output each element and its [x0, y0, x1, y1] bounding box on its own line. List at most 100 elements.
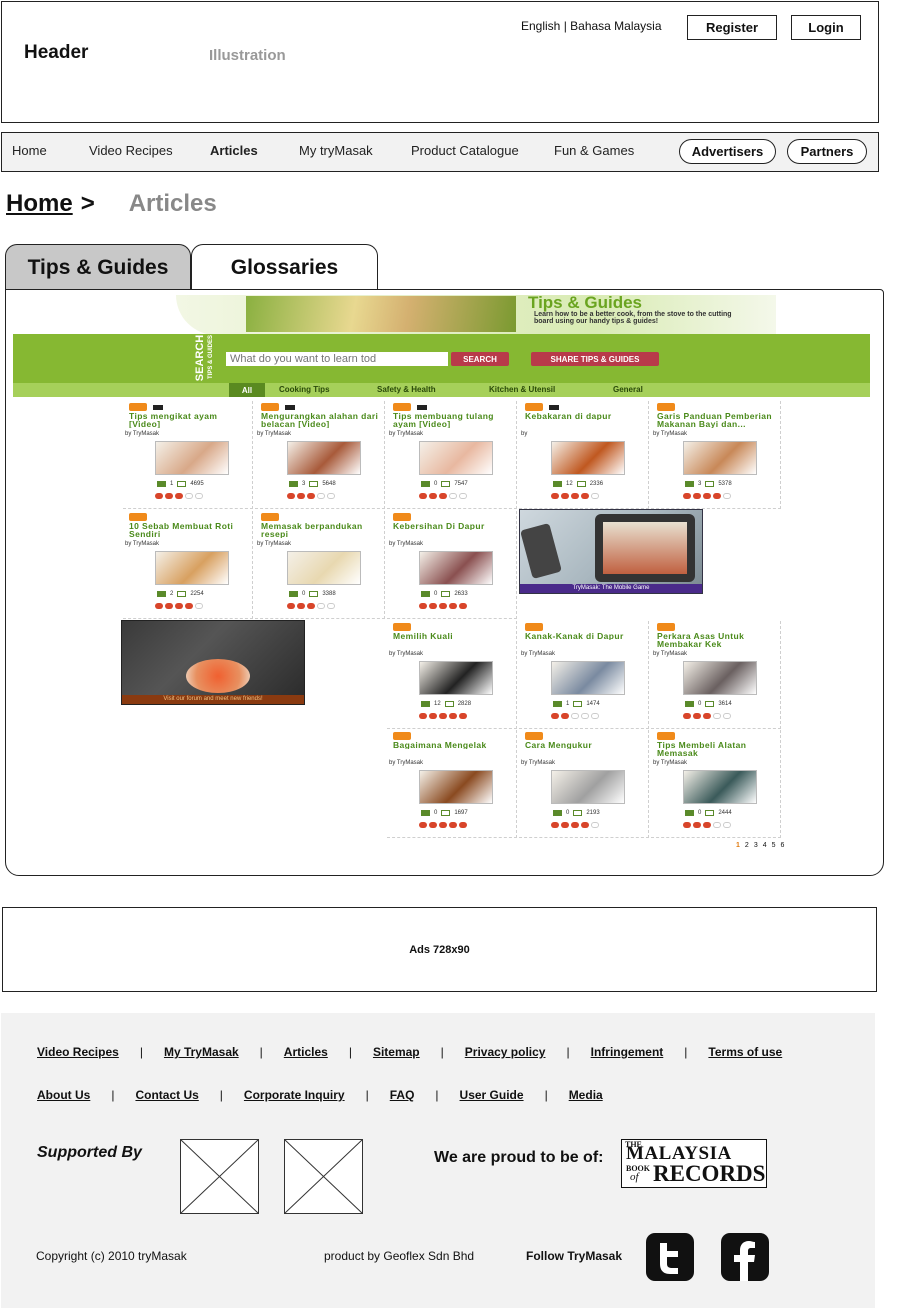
malaysia-book-of-records-logo[interactable]: THE MALAYSIA BOOK of RECORDS	[621, 1139, 767, 1188]
page-1[interactable]: 1	[736, 842, 740, 849]
language-switch[interactable]: English | Bahasa Malaysia	[521, 19, 662, 33]
footer-sitemap[interactable]: Sitemap	[373, 1045, 420, 1059]
footer-terms-of-use[interactable]: Terms of use	[708, 1045, 782, 1059]
footer-my-trymasak[interactable]: My TryMasak	[164, 1045, 239, 1059]
footer-contact-us[interactable]: Contact Us	[135, 1088, 198, 1102]
article-title[interactable]: Tips mengikat ayam [Video]	[129, 412, 251, 428]
article-title[interactable]: Kanak-Kanak di Dapur	[525, 632, 647, 640]
promo-mobile-game[interactable]: TryMasak: The Mobile Game	[519, 509, 703, 594]
footer-about-us[interactable]: About Us	[37, 1088, 90, 1102]
login-button[interactable]: Login	[791, 15, 861, 40]
nav-my-trymasak[interactable]: My tryMasak	[299, 143, 373, 158]
article-card[interactable]: Memasak berpandukan resepi by TryMasak 0 33…	[255, 511, 385, 619]
article-card[interactable]: Tips Membeli Alatan Memasak by TryMasak 0 2…	[651, 730, 781, 838]
page-4[interactable]: 4	[763, 842, 767, 849]
facebook-icon[interactable]	[721, 1233, 769, 1281]
promo-forum[interactable]: Visit our forum and meet new friends!	[121, 620, 305, 705]
category-safety-health[interactable]: Safety & Health	[377, 385, 436, 394]
article-thumbnail[interactable]	[287, 551, 361, 585]
footer-media[interactable]: Media	[569, 1088, 603, 1102]
article-card[interactable]: Garis Panduan Pemberian Makanan Bayi dan…	[651, 401, 781, 509]
register-button[interactable]: Register	[687, 15, 777, 40]
article-card[interactable]: Kebersihan Di Dapur by TryMasak 0 2633	[387, 511, 517, 619]
article-thumbnail[interactable]	[155, 551, 229, 585]
article-thumbnail[interactable]	[551, 661, 625, 695]
footer-infringement[interactable]: Infringement	[591, 1045, 664, 1059]
article-rating	[155, 493, 203, 499]
search-input[interactable]	[226, 352, 448, 366]
rating-tomato-icon	[571, 493, 579, 499]
article-title[interactable]: Kebakaran di dapur	[525, 412, 647, 420]
article-thumbnail[interactable]	[419, 661, 493, 695]
article-title[interactable]: Memasak berpandukan resepi	[261, 522, 383, 538]
article-title[interactable]: 10 Sebab Membuat Roti Sendiri	[129, 522, 251, 538]
nav-home[interactable]: Home	[12, 143, 47, 158]
article-thumbnail[interactable]	[551, 441, 625, 475]
article-stats: 2 2254	[157, 591, 204, 597]
rating-tomato-icon	[459, 493, 467, 499]
article-thumbnail[interactable]	[419, 441, 493, 475]
advertisers-button[interactable]: Advertisers	[679, 139, 776, 164]
article-title[interactable]: Memilih Kuali	[393, 632, 515, 640]
article-rating	[683, 822, 731, 828]
article-card[interactable]: Tips mengikat ayam [Video] by TryMasak 1 46…	[123, 401, 253, 509]
article-card[interactable]: Memilih Kuali by TryMasak 12 2828	[387, 621, 517, 729]
article-card[interactable]: Tips membuang tulang ayam [Video] by TryM…	[387, 401, 517, 509]
rating-tomato-icon	[551, 713, 559, 719]
tab-glossaries[interactable]: Glossaries	[191, 244, 378, 290]
article-thumbnail[interactable]	[683, 441, 757, 475]
article-card[interactable]: Bagaimana Mengelak by TryMasak 0 1697	[387, 730, 517, 838]
page-6[interactable]: 6	[781, 842, 785, 849]
article-card[interactable]: Kanak-Kanak di Dapur by TryMasak 1 1474	[519, 621, 649, 729]
article-title[interactable]: Bagaimana Mengelak	[393, 741, 515, 749]
footer-user-guide[interactable]: User Guide	[460, 1088, 524, 1102]
category-cooking-tips[interactable]: Cooking Tips	[279, 385, 330, 394]
nav-fun-games[interactable]: Fun & Games	[554, 143, 634, 158]
twitter-icon[interactable]	[646, 1233, 694, 1281]
article-thumbnail[interactable]	[683, 661, 757, 695]
article-card[interactable]: Mengurangkan alahan dari belacan [Video]…	[255, 401, 385, 509]
article-card[interactable]: Perkara Asas Untuk Membakar Kek by TryMas…	[651, 621, 781, 729]
share-tips-button[interactable]: SHARE TIPS & GUIDES	[531, 352, 659, 366]
rating-tomato-icon	[581, 822, 589, 828]
breadcrumb-home[interactable]: Home	[6, 190, 73, 218]
footer-privacy-policy[interactable]: Privacy policy	[465, 1045, 546, 1059]
nav-video-recipes[interactable]: Video Recipes	[89, 143, 173, 158]
footer-corporate-inquiry[interactable]: Corporate Inquiry	[244, 1088, 345, 1102]
article-card[interactable]: 10 Sebab Membuat Roti Sendiri by TryMasak…	[123, 511, 253, 619]
category-kitchen-utensil[interactable]: Kitchen & Utensil	[489, 385, 555, 394]
partners-button[interactable]: Partners	[787, 139, 867, 164]
tab-tips-guides[interactable]: Tips & Guides	[5, 244, 191, 290]
article-thumbnail[interactable]	[419, 770, 493, 804]
rating-tomato-icon	[723, 493, 731, 499]
page-2[interactable]: 2	[745, 842, 749, 849]
article-title[interactable]: Mengurangkan alahan dari belacan [Video]	[261, 412, 383, 428]
comment-count: 0	[566, 810, 570, 816]
article-type-icon	[393, 513, 411, 521]
article-title[interactable]: Garis Panduan Pemberian Makanan Bayi dan…	[657, 412, 779, 428]
article-thumbnail[interactable]	[155, 441, 229, 475]
page-3[interactable]: 3	[754, 842, 758, 849]
page-5[interactable]: 5	[772, 842, 776, 849]
search-button[interactable]: SEARCH	[451, 352, 509, 366]
footer-articles[interactable]: Articles	[284, 1045, 328, 1059]
footer-video-recipes[interactable]: Video Recipes	[37, 1045, 119, 1059]
category-all[interactable]: All	[229, 383, 265, 397]
footer-faq[interactable]: FAQ	[390, 1088, 415, 1102]
article-thumbnail[interactable]	[683, 770, 757, 804]
category-general[interactable]: General	[613, 385, 643, 394]
article-title[interactable]: Perkara Asas Untuk Membakar Kek	[657, 632, 779, 648]
article-title[interactable]: Cara Mengukur	[525, 741, 647, 749]
nav-product-catalogue[interactable]: Product Catalogue	[411, 143, 519, 158]
article-thumbnail[interactable]	[287, 441, 361, 475]
article-title[interactable]: Tips Membeli Alatan Memasak	[657, 741, 779, 757]
ad-slot[interactable]: Ads 728x90	[2, 907, 877, 992]
article-title[interactable]: Tips membuang tulang ayam [Video]	[393, 412, 515, 428]
article-thumbnail[interactable]	[419, 551, 493, 585]
view-icon	[444, 701, 454, 707]
article-thumbnail[interactable]	[551, 770, 625, 804]
article-title[interactable]: Kebersihan Di Dapur	[393, 522, 515, 530]
article-card[interactable]: Kebakaran di dapur by 12 2336	[519, 401, 649, 509]
article-card[interactable]: Cara Mengukur by TryMasak 0 2193	[519, 730, 649, 838]
nav-articles[interactable]: Articles	[210, 143, 258, 158]
